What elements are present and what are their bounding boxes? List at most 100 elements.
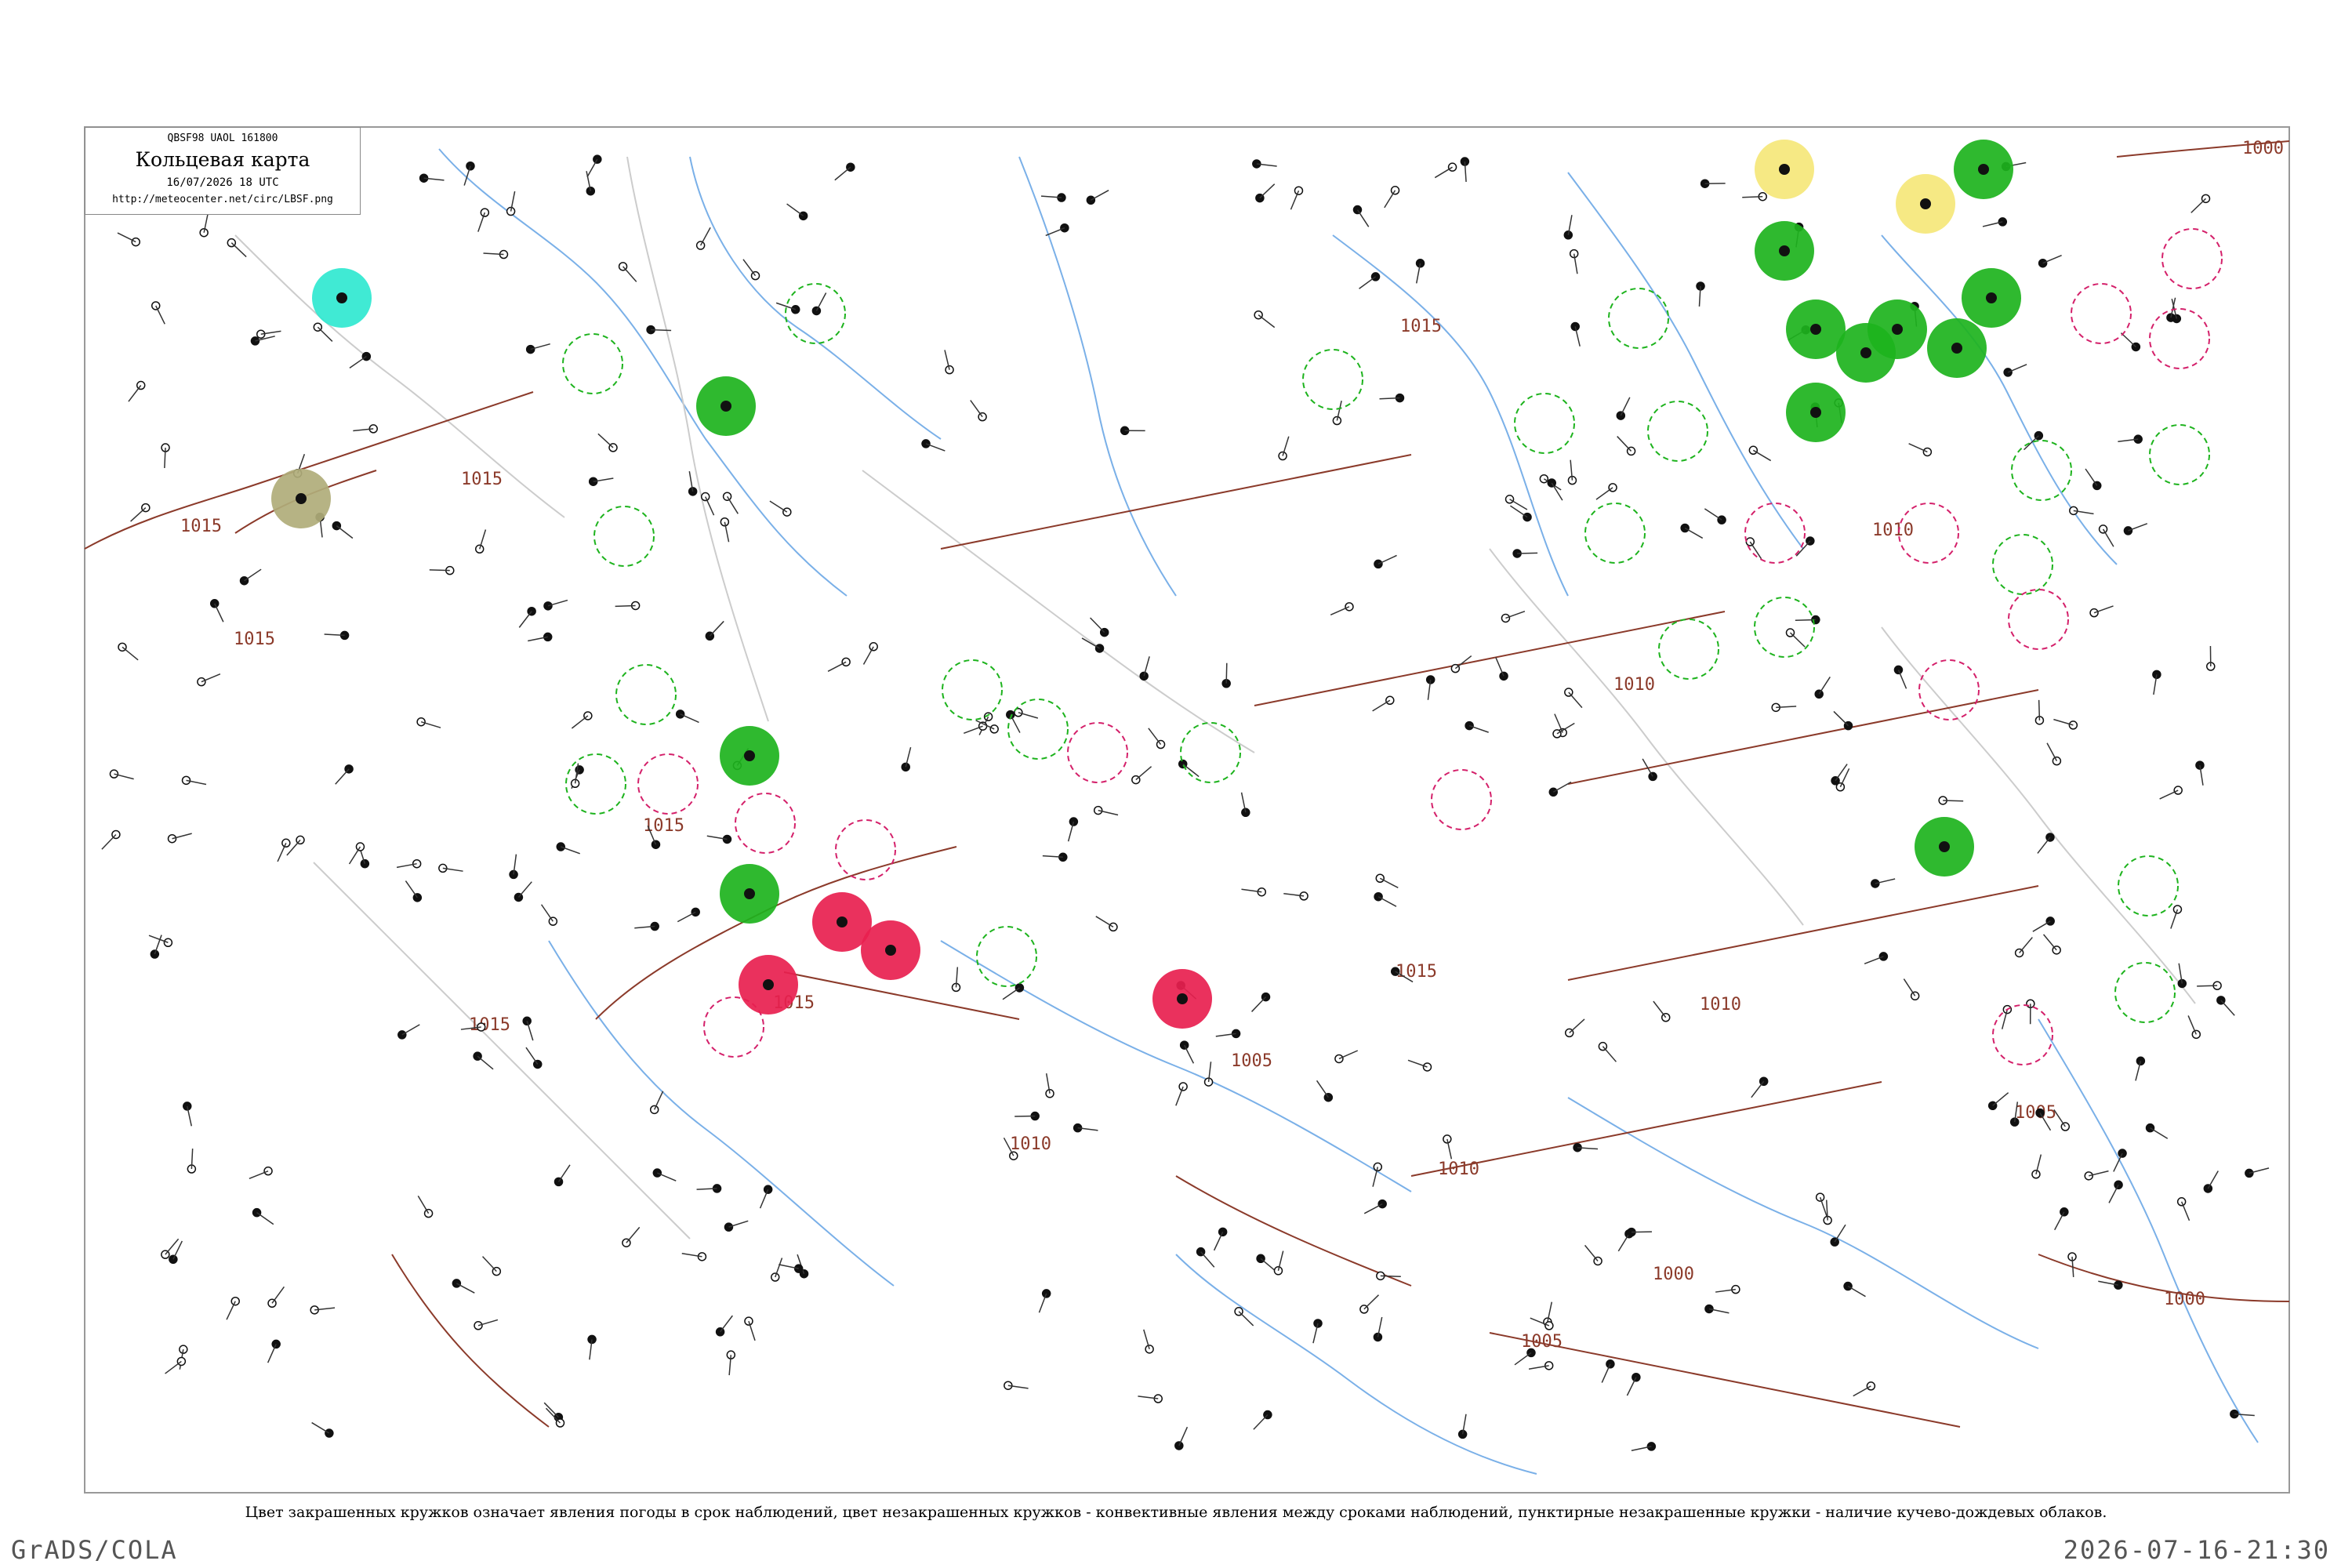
station-marker — [181, 775, 207, 786]
station-marker — [649, 1091, 664, 1115]
station-marker — [1042, 852, 1068, 862]
convective_ring — [593, 506, 655, 567]
station-marker — [226, 1296, 240, 1320]
station-marker — [514, 881, 532, 902]
station-marker — [901, 746, 912, 772]
isobar-label: 1010 — [1700, 995, 1741, 1014]
station-marker — [862, 642, 878, 665]
station-marker — [1843, 1281, 1866, 1298]
station-marker — [128, 380, 146, 402]
station-marker — [1139, 656, 1150, 681]
station-marker — [1785, 628, 1806, 648]
station-dot — [885, 945, 896, 956]
station-marker — [1081, 637, 1105, 653]
station-marker — [2123, 523, 2148, 535]
station-dot — [336, 292, 347, 303]
station-marker — [1375, 873, 1399, 889]
station-marker — [2187, 1015, 2201, 1040]
station-marker — [571, 711, 593, 729]
station-marker — [397, 1024, 420, 1040]
footer-timestamp: 2026-07-16-21:30 — [2063, 1535, 2330, 1565]
station-dot — [1779, 164, 1790, 175]
thunder_ring — [2161, 228, 2223, 289]
thunder_ring — [1431, 769, 1492, 830]
bulletin-code: QBSF98 UAOL 161800 — [167, 132, 278, 144]
convective_ring — [1180, 722, 1241, 783]
thunder_ring — [1992, 1004, 2053, 1065]
station-marker — [169, 1240, 183, 1265]
station-marker — [1004, 1381, 1029, 1390]
station-marker — [1095, 916, 1118, 932]
station-marker — [2206, 645, 2216, 671]
station-marker — [1908, 443, 1933, 457]
isobar-label: 1005 — [1231, 1051, 1272, 1071]
station-marker — [209, 599, 224, 622]
station-marker — [622, 1226, 641, 1247]
station-marker — [161, 1238, 180, 1259]
station-marker — [1045, 223, 1069, 237]
station-marker — [1573, 1142, 1599, 1152]
station-marker — [2003, 364, 2027, 377]
station-marker — [1871, 878, 1896, 888]
station-dot — [1177, 993, 1188, 1004]
station-marker — [1374, 554, 1397, 569]
station-marker — [834, 162, 855, 181]
station-marker — [506, 191, 516, 216]
station-marker — [1093, 805, 1119, 816]
station-marker — [1564, 1018, 1585, 1038]
isobar-label: 1000 — [2242, 139, 2284, 158]
station-marker — [2145, 1123, 2169, 1139]
station-marker — [1290, 186, 1304, 210]
station-marker — [1014, 708, 1039, 719]
station-marker — [2084, 1170, 2109, 1181]
station-marker — [1434, 162, 1457, 179]
station-marker — [1616, 397, 1631, 420]
station-marker — [1359, 1294, 1380, 1314]
station-marker — [2203, 1171, 2219, 1193]
station-marker — [779, 1264, 804, 1273]
station-marker — [556, 842, 580, 855]
station-marker — [742, 259, 760, 281]
station-marker — [1372, 695, 1395, 712]
station-marker — [1830, 1224, 1846, 1247]
station-marker — [396, 858, 422, 869]
convective_ring — [1302, 349, 1363, 410]
station-marker — [1234, 1307, 1254, 1327]
station-dot — [763, 979, 774, 990]
station-marker — [2053, 718, 2078, 730]
station-marker — [1510, 505, 1532, 522]
station-marker — [1617, 436, 1636, 456]
station-marker — [130, 503, 151, 522]
station-marker — [1240, 792, 1250, 818]
convective_ring — [1658, 619, 1719, 680]
station-marker — [1415, 259, 1425, 284]
isobar-label: 1010 — [1872, 521, 1914, 540]
station-marker — [1903, 978, 1920, 1001]
station-marker — [197, 673, 221, 687]
station-marker — [1278, 436, 1290, 461]
station-marker — [1241, 887, 1267, 897]
station-marker — [1040, 193, 1066, 202]
station-marker — [1373, 1316, 1383, 1342]
station-marker — [951, 967, 961, 993]
station-marker — [1696, 281, 1705, 307]
convective_ring — [1608, 288, 1669, 349]
station-marker — [2216, 996, 2235, 1016]
station-marker — [1363, 1199, 1387, 1214]
station-marker — [1332, 400, 1342, 426]
station-dot — [1779, 245, 1790, 256]
station-marker — [1715, 1284, 1740, 1294]
station-marker — [554, 1164, 571, 1187]
station-dot — [744, 888, 755, 899]
station-marker — [570, 763, 580, 789]
station-marker — [1595, 483, 1617, 500]
station-marker — [586, 154, 602, 178]
station-marker — [1090, 617, 1109, 637]
station-marker — [2098, 1280, 2123, 1290]
station-marker — [2042, 934, 2061, 955]
station-marker — [1196, 1247, 1215, 1268]
station-marker — [528, 632, 553, 642]
station-marker — [522, 1016, 534, 1041]
station-marker — [1704, 1304, 1730, 1314]
station-marker — [509, 854, 518, 880]
